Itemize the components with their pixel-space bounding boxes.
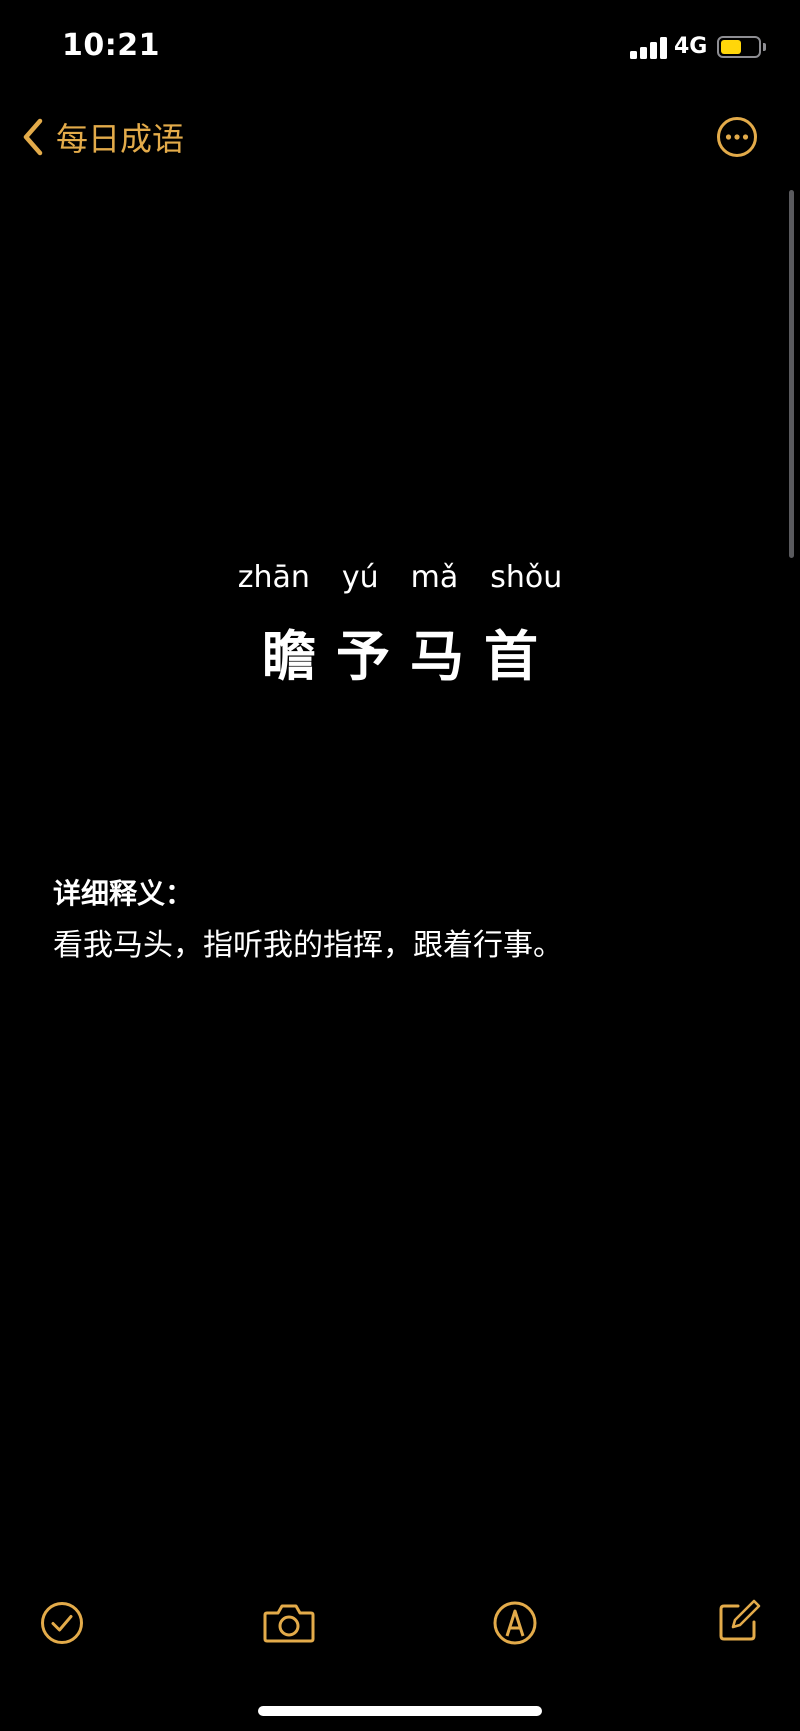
pinyin-syllable: yú — [341, 560, 379, 595]
detail-label: 详细释义： — [53, 877, 194, 910]
back-button[interactable]: 每日成语 — [22, 112, 184, 162]
markup-pen-icon — [493, 1601, 537, 1645]
home-indicator[interactable] — [258, 1706, 542, 1716]
battery-icon — [717, 36, 761, 58]
checklist-icon — [41, 1602, 83, 1644]
more-options-button[interactable] — [716, 116, 758, 158]
pinyin-syllable: zhān — [237, 560, 310, 595]
detail-text: 看我马头，指听我的指挥，跟着行事。 — [53, 928, 563, 963]
idiom-character: 马 — [410, 625, 464, 688]
status-time: 10:21 — [62, 28, 160, 63]
idiom-title: 瞻予马首 — [0, 612, 800, 691]
chevron-left-icon — [23, 118, 43, 156]
markup-button[interactable] — [492, 1600, 538, 1646]
compose-button[interactable] — [716, 1598, 762, 1644]
cellular-signal-icon — [630, 37, 668, 59]
idiom-character: 予 — [336, 625, 390, 688]
battery-level — [721, 40, 741, 54]
idiom-character: 瞻 — [262, 625, 316, 688]
network-type: 4G — [674, 34, 708, 59]
ellipsis-circle-icon — [717, 117, 757, 157]
back-button-label: 每日成语 — [56, 120, 185, 158]
pinyin-row: zhān yú mǎ shǒu — [0, 560, 800, 595]
scroll-indicator[interactable] — [789, 190, 794, 558]
checklist-button[interactable] — [40, 1601, 84, 1645]
status-bar: 10:21 4G — [0, 0, 800, 100]
camera-icon — [263, 1604, 315, 1643]
idiom-character: 首 — [484, 625, 538, 688]
compose-icon — [719, 1599, 761, 1641]
battery-cap — [763, 43, 766, 51]
pinyin-syllable: shǒu — [490, 560, 563, 595]
camera-button[interactable] — [262, 1601, 316, 1645]
pinyin-syllable: mǎ — [410, 560, 459, 595]
